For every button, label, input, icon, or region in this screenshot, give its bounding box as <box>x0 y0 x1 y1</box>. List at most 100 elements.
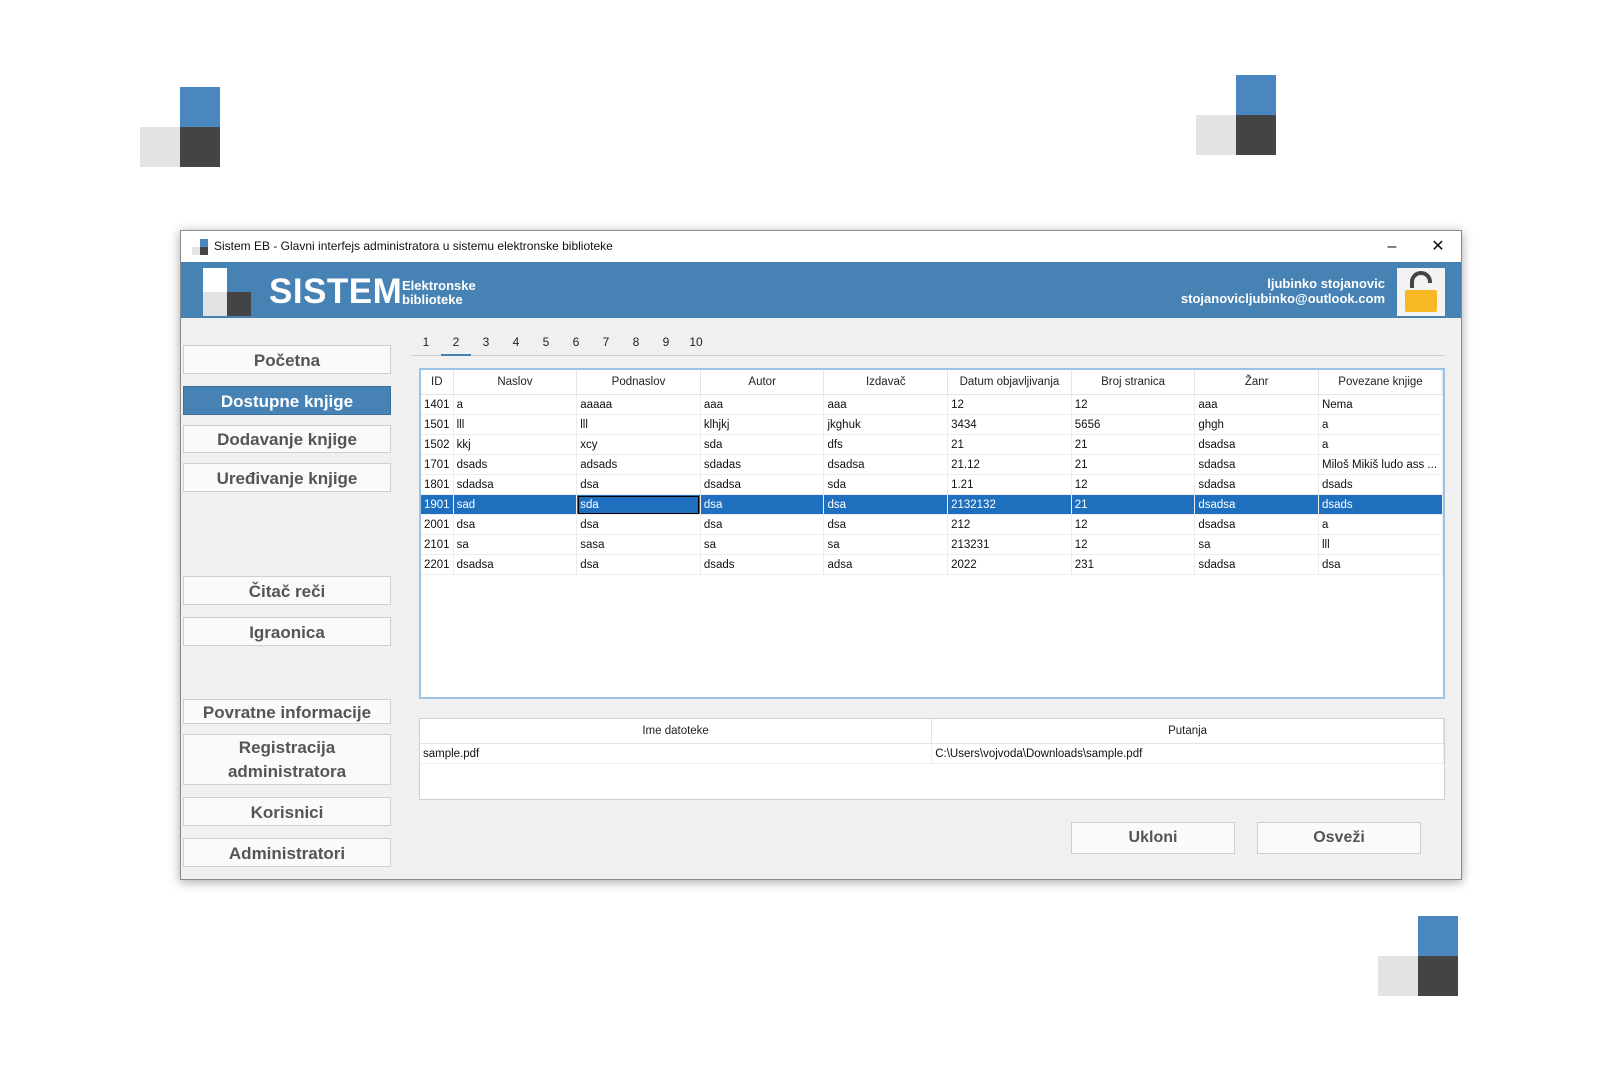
table-cell[interactable]: lll <box>1318 534 1444 555</box>
table-cell[interactable]: 3434 <box>947 414 1072 435</box>
sidebar-item-povratne-informacije[interactable]: Povratne informacije <box>183 699 391 724</box>
table-cell[interactable]: 5656 <box>1071 414 1196 435</box>
table-cell[interactable]: sa <box>823 534 949 555</box>
table-cell[interactable]: dsadsa <box>1194 494 1319 515</box>
column-header[interactable]: Povezane knjige <box>1318 370 1444 395</box>
table-cell[interactable]: dsads <box>1318 494 1444 515</box>
table-cell[interactable]: 21 <box>1071 494 1196 515</box>
table-cell[interactable]: sdadsa <box>453 474 578 495</box>
table-cell[interactable]: sda <box>823 474 949 495</box>
table-cell[interactable]: sdadsa <box>1194 474 1319 495</box>
table-cell[interactable]: a <box>1318 514 1444 535</box>
page-tab-5[interactable]: 5 <box>531 335 561 349</box>
table-cell[interactable]: Nema <box>1318 394 1444 415</box>
table-cell[interactable]: xcy <box>576 434 701 455</box>
table-row[interactable]: 2201 dsadsa dsa dsads adsa 2022 231 sdad… <box>421 554 1444 575</box>
column-header[interactable]: Ime datoteke <box>420 719 933 744</box>
sidebar-item-pocetna[interactable]: Početna <box>183 345 391 374</box>
table-cell[interactable]: dsa <box>453 514 578 535</box>
table-cell[interactable]: sdadas <box>700 454 825 475</box>
column-header[interactable]: Putanja <box>931 719 1444 744</box>
table-cell[interactable]: a <box>1318 414 1444 435</box>
table-cell-focused[interactable]: sda <box>576 494 701 515</box>
table-cell[interactable]: dsads <box>700 554 825 575</box>
table-cell[interactable]: 2001 <box>421 514 454 535</box>
page-tab-10[interactable]: 10 <box>681 335 711 349</box>
remove-button[interactable]: Ukloni <box>1071 822 1235 854</box>
column-header[interactable]: ID <box>421 370 454 395</box>
table-cell[interactable]: 1501 <box>421 414 454 435</box>
table-cell[interactable]: dsadsa <box>700 474 825 495</box>
table-cell[interactable]: 12 <box>947 394 1072 415</box>
table-cell[interactable]: dsa <box>700 514 825 535</box>
table-cell[interactable]: 2022 <box>947 554 1072 575</box>
table-row[interactable]: sample.pdf C:\Users\vojvoda\Downloads\sa… <box>420 743 1444 764</box>
table-cell[interactable]: sample.pdf <box>420 743 933 764</box>
table-cell[interactable]: dsads <box>1318 474 1444 495</box>
page-tab-4[interactable]: 4 <box>501 335 531 349</box>
table-cell[interactable]: a <box>1318 434 1444 455</box>
table-cell[interactable]: 1.21 <box>947 474 1072 495</box>
books-table[interactable]: ID Naslov Podnaslov Autor Izdavač Datum … <box>419 368 1445 699</box>
sidebar-item-administratori[interactable]: Administratori <box>183 838 391 867</box>
table-cell[interactable]: aaa <box>700 394 825 415</box>
table-cell[interactable]: aaaaa <box>576 394 701 415</box>
page-tab-2[interactable]: 2 <box>441 335 471 356</box>
table-cell[interactable]: sasa <box>576 534 701 555</box>
sidebar-item-uredivanje-knjige[interactable]: Uređivanje knjige <box>183 463 391 492</box>
table-cell[interactable]: sdadsa <box>1194 554 1319 575</box>
table-cell[interactable]: dsa <box>1318 554 1444 575</box>
table-cell[interactable]: dsa <box>823 494 949 515</box>
table-cell[interactable]: 231 <box>1071 554 1196 575</box>
table-cell[interactable]: sa <box>453 534 578 555</box>
table-cell[interactable]: 1401 <box>421 394 454 415</box>
title-bar[interactable]: Sistem EB - Glavni interfejs administrat… <box>181 231 1461 262</box>
table-cell[interactable]: 2132132 <box>947 494 1072 515</box>
table-cell[interactable]: sa <box>700 534 825 555</box>
column-header[interactable]: Izdavač <box>823 370 949 395</box>
column-header[interactable]: Žanr <box>1194 370 1319 395</box>
table-cell[interactable]: 12 <box>1071 394 1196 415</box>
page-tab-7[interactable]: 7 <box>591 335 621 349</box>
table-cell[interactable]: 2201 <box>421 554 454 575</box>
column-header[interactable]: Broj stranica <box>1071 370 1196 395</box>
table-cell[interactable]: dsa <box>700 494 825 515</box>
table-cell[interactable]: adsa <box>823 554 949 575</box>
table-cell[interactable]: dsadsa <box>1194 434 1319 455</box>
table-row[interactable]: 1801 sdadsa dsa dsadsa sda 1.21 12 sdads… <box>421 474 1444 495</box>
table-cell[interactable]: klhjkj <box>700 414 825 435</box>
table-cell[interactable]: ghgh <box>1194 414 1319 435</box>
files-table[interactable]: Ime datoteke Putanja sample.pdf C:\Users… <box>419 718 1445 800</box>
table-cell[interactable]: sa <box>1194 534 1319 555</box>
table-cell[interactable]: sdadsa <box>1194 454 1319 475</box>
table-cell[interactable]: aaa <box>823 394 949 415</box>
sidebar-item-dostupne-knjige[interactable]: Dostupne knjige <box>183 386 391 415</box>
sidebar-item-citac-reci[interactable]: Čitač reči <box>183 576 391 605</box>
table-cell[interactable]: jkghuk <box>823 414 949 435</box>
table-cell[interactable]: dsa <box>823 514 949 535</box>
table-cell[interactable]: dsa <box>576 474 701 495</box>
table-cell[interactable]: 212 <box>947 514 1072 535</box>
table-cell[interactable]: 12 <box>1071 514 1196 535</box>
table-row[interactable]: 1401 a aaaaa aaa aaa 12 12 aaa Nema <box>421 394 1444 415</box>
table-row[interactable]: 1502 kkj xcy sda dfs 21 21 dsadsa a <box>421 434 1444 455</box>
table-cell[interactable]: dfs <box>823 434 949 455</box>
table-cell[interactable]: 1901 <box>421 494 454 515</box>
column-header[interactable]: Datum objavljivanja <box>947 370 1072 395</box>
table-cell[interactable]: 2101 <box>421 534 454 555</box>
page-tab-6[interactable]: 6 <box>561 335 591 349</box>
table-row-selected[interactable]: 1901 sad sda dsa dsa 2132132 21 dsadsa d… <box>421 494 1444 515</box>
minimize-button[interactable]: – <box>1369 231 1415 262</box>
sidebar-item-registracija-administratora[interactable]: Registracija administratora <box>183 734 391 785</box>
table-cell[interactable]: 213231 <box>947 534 1072 555</box>
table-cell[interactable]: lll <box>576 414 701 435</box>
refresh-button[interactable]: Osveži <box>1257 822 1421 854</box>
page-tab-9[interactable]: 9 <box>651 335 681 349</box>
table-row[interactable]: 2001 dsa dsa dsa dsa 212 12 dsadsa a <box>421 514 1444 535</box>
table-cell[interactable]: dsadsa <box>1194 514 1319 535</box>
table-row[interactable]: 2101 sa sasa sa sa 213231 12 sa lll <box>421 534 1444 555</box>
table-cell[interactable]: 1502 <box>421 434 454 455</box>
table-cell[interactable]: adsads <box>576 454 701 475</box>
table-cell[interactable]: a <box>453 394 578 415</box>
table-cell[interactable]: dsadsa <box>823 454 949 475</box>
